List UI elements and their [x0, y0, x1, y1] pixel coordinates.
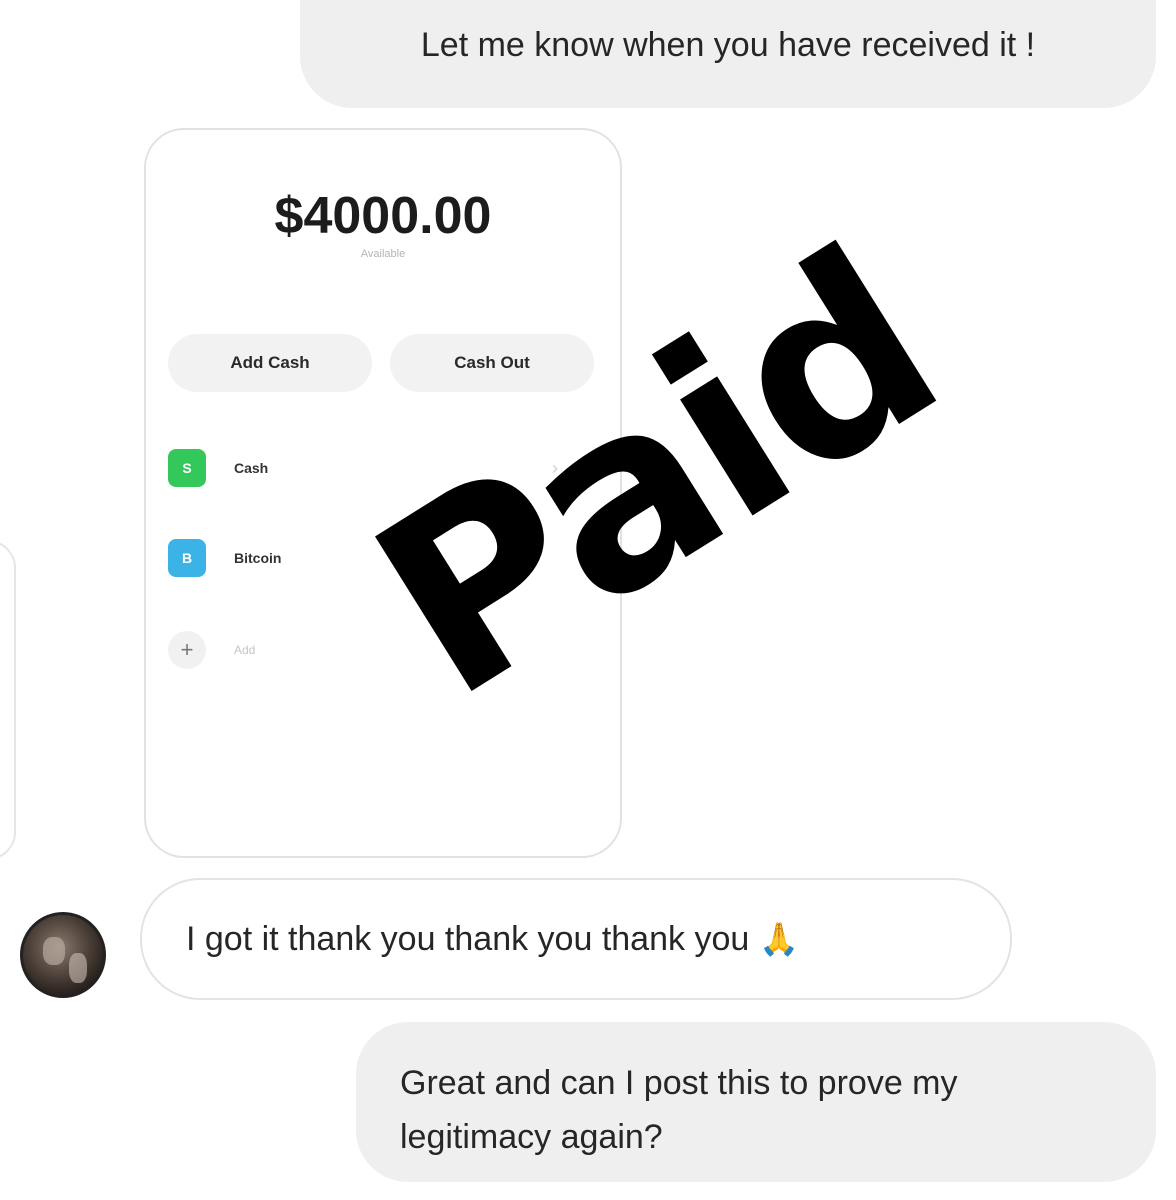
cash-icon: S	[168, 449, 206, 487]
image-attachment[interactable]: $4000.00 Available Add Cash Cash Out S C…	[144, 128, 622, 858]
balance-amount: $4000.00	[274, 187, 492, 245]
cash-out-button: Cash Out	[390, 334, 594, 392]
message-text-line-1: Great and can I post this to prove my	[400, 1064, 958, 1102]
plus-icon: +	[168, 631, 206, 669]
balance-caption: Available	[360, 248, 406, 260]
chat-thread: Let me know when you have received it ! …	[0, 0, 1176, 1200]
add-label: Add	[234, 643, 256, 657]
folded-hands-icon: 🙏	[759, 921, 800, 957]
incoming-message-row: I got it thank you thank you thank you 🙏	[20, 878, 1020, 1002]
outgoing-message-bottom[interactable]: Great and can I post this to prove my le…	[356, 1022, 1156, 1182]
partial-message-bubble[interactable]	[0, 540, 16, 860]
message-text-line-2: legitimacy again?	[400, 1118, 663, 1156]
incoming-message[interactable]: I got it thank you thank you thank you 🙏	[140, 878, 1012, 1000]
chevron-right-icon: ›	[552, 457, 558, 478]
outgoing-message-top[interactable]: Let me know when you have received it !	[300, 0, 1156, 108]
add-row: + Add	[168, 630, 598, 670]
message-text: Let me know when you have received it !	[420, 25, 1036, 64]
add-cash-button: Add Cash	[168, 334, 372, 392]
bitcoin-row: B Bitcoin	[168, 538, 598, 578]
add-cash-label: Add Cash	[230, 353, 310, 372]
cash-row: S Cash ›	[168, 448, 598, 488]
message-text: I got it thank you thank you thank you	[186, 919, 750, 958]
bitcoin-label: Bitcoin	[234, 550, 282, 566]
cash-out-label: Cash Out	[454, 353, 530, 372]
cash-label: Cash	[234, 460, 269, 476]
bitcoin-icon: B	[168, 539, 206, 577]
user-avatar-icon[interactable]	[20, 912, 106, 998]
